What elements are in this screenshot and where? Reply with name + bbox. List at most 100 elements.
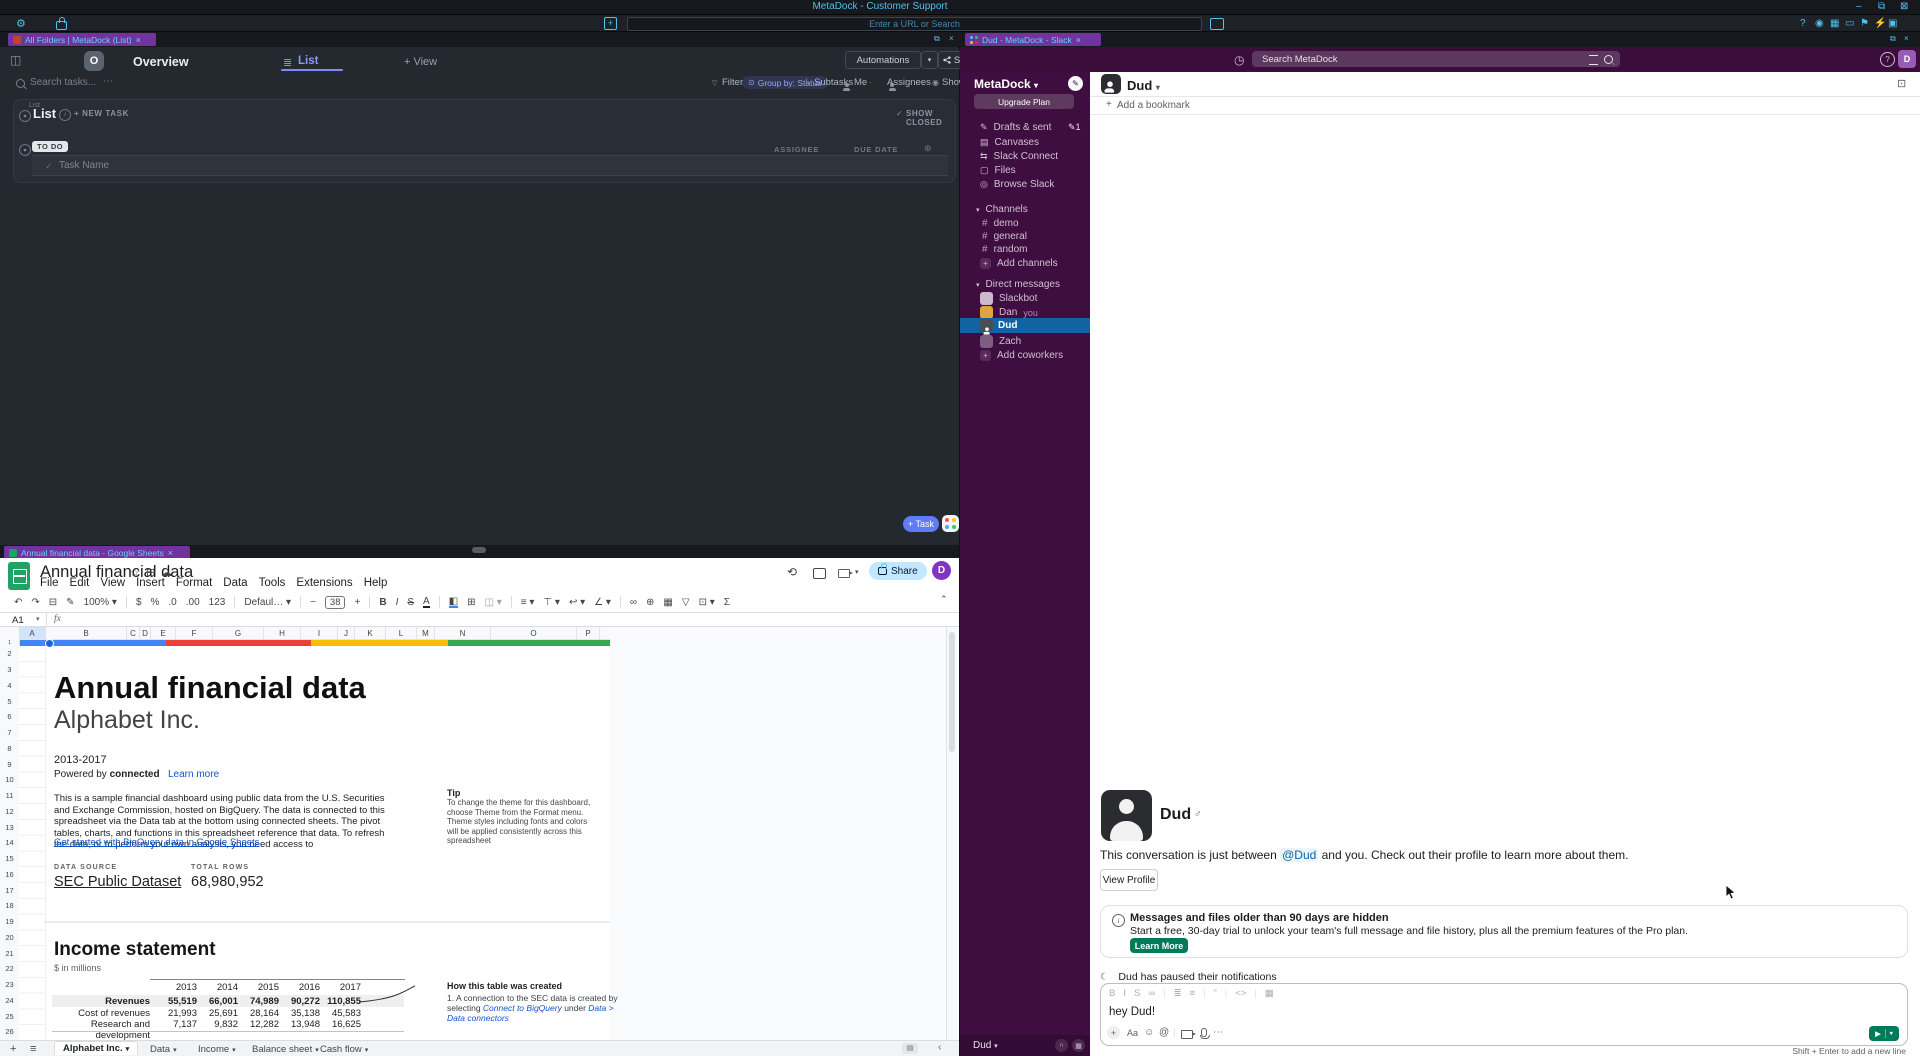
row-header[interactable]: 17 (0, 882, 19, 898)
task-input-row[interactable]: ✓ Task Name (32, 155, 948, 176)
sidebar-item-slack-connect[interactable]: ⇆Slack Connect (980, 151, 1058, 162)
format-icon[interactable]: | (1225, 988, 1227, 999)
select-all-corner[interactable] (0, 627, 20, 641)
menu-item[interactable]: Edit (70, 577, 90, 589)
toolbar-item[interactable] (620, 596, 621, 608)
column-header[interactable]: C (127, 627, 140, 640)
bookmark-icon[interactable]: ⚑ (1860, 18, 1869, 29)
learn-more-link[interactable]: Learn more (168, 769, 219, 780)
format-icon[interactable]: ≣ (1174, 988, 1182, 999)
column-header[interactable]: J (338, 627, 355, 640)
toolbar-item[interactable]: 100% ▾ (84, 597, 117, 608)
column-header[interactable]: G (213, 627, 264, 640)
history-icon[interactable]: ◷ (1234, 53, 1244, 67)
vertical-scrollbar[interactable] (946, 627, 957, 1040)
toolbar-item[interactable]: 123 (209, 597, 226, 608)
search-icon[interactable] (1604, 55, 1613, 64)
channel-random[interactable]: #random (982, 244, 1027, 255)
scroll-left-icon[interactable]: ‹ (938, 1042, 941, 1053)
toolbar-item[interactable]: ⊟ (49, 597, 57, 608)
sheet-tab-cashflow[interactable]: Cash flow▾ (320, 1044, 368, 1055)
name-box-caret[interactable]: ▾ (36, 615, 40, 623)
column-header[interactable]: L (386, 627, 417, 640)
new-tab-icon[interactable]: + (604, 17, 617, 30)
menu-item[interactable]: File (40, 577, 59, 589)
row-header[interactable]: 6 (0, 709, 19, 725)
toolbar-item[interactable]: % (151, 597, 160, 608)
sidebar-item-canvases[interactable]: ▤Canvases (980, 137, 1039, 148)
settings-gear-icon[interactable]: ⚙ (16, 17, 26, 30)
mic-icon[interactable] (1201, 1028, 1207, 1037)
row-header[interactable]: 22 (0, 961, 19, 977)
row-header[interactable]: 23 (0, 977, 19, 993)
add-channels-button[interactable]: +Add channels (980, 258, 1058, 269)
sheet-tab-alphabet[interactable]: Alphabet Inc.▾ (54, 1041, 138, 1055)
format-icon[interactable]: S (1134, 988, 1140, 999)
row-header[interactable]: 8 (0, 741, 19, 757)
format-icon[interactable]: ▦ (1265, 988, 1274, 999)
format-icon[interactable]: ” (1214, 988, 1217, 999)
sidebar-item-files[interactable]: ▢Files (980, 165, 1016, 176)
share-button[interactable]: Share (869, 562, 927, 580)
toolbar-item[interactable]: ∠ ▾ (594, 597, 611, 608)
canvas-icon[interactable]: ⊡ (1897, 77, 1906, 90)
column-header-assignee[interactable]: ASSIGNEE (774, 145, 819, 154)
toolbar-item[interactable] (234, 596, 235, 608)
learn-more-button[interactable]: Learn More (1130, 938, 1188, 953)
toolbar-item[interactable] (369, 596, 370, 608)
filter-sliders-icon[interactable] (1589, 55, 1598, 65)
profile-link-icon[interactable]: ♂ (1194, 809, 1202, 820)
tab-close-icon[interactable]: × (136, 35, 141, 45)
lightning-icon[interactable]: ⚡ (1874, 18, 1886, 29)
message-composer[interactable]: BIS∞|≣≡|”|<>|▦ hey Dud! + Aa ☺ @ | ⋯ ▶ ▾ (1100, 983, 1908, 1046)
new-task-button[interactable]: + NEW TASK (74, 109, 129, 118)
add-task-fab[interactable]: + Task (903, 516, 939, 532)
row-header[interactable]: 26 (0, 1024, 19, 1040)
toolbar-item[interactable]: ↷ (31, 597, 39, 608)
search-more-icon[interactable]: ⋯ (103, 76, 113, 87)
toolbar-item[interactable]: Σ (724, 597, 730, 608)
add-sheet-icon[interactable]: + (10, 1043, 16, 1055)
conversation-title[interactable]: Dud ▾ (1127, 78, 1160, 93)
sidebar-item-browse[interactable]: ◎Browse Slack (980, 179, 1054, 190)
format-icon[interactable]: | (1163, 988, 1165, 999)
column-header[interactable]: H (264, 627, 301, 640)
row-header[interactable]: 12 (0, 804, 19, 820)
format-icon[interactable]: | (1254, 988, 1256, 999)
toolbar-item[interactable]: ▦ (663, 597, 672, 608)
menu-item[interactable]: Help (364, 577, 388, 589)
toolbar-item[interactable]: ⊕ (646, 597, 654, 608)
reader-mode-icon[interactable] (1210, 18, 1224, 30)
row-header[interactable]: 11 (0, 788, 19, 804)
emoji-icon[interactable]: ☺ (1144, 1027, 1154, 1038)
row-header[interactable]: 10 (0, 772, 19, 788)
add-view-button[interactable]: + View (404, 56, 437, 68)
format-icon[interactable]: I (1123, 988, 1126, 999)
selection-handle[interactable] (45, 639, 54, 648)
side-panel-icon[interactable]: ▤ (902, 1043, 918, 1054)
column-header[interactable]: E (151, 627, 176, 640)
account-avatar[interactable]: D (1898, 50, 1916, 68)
row-header[interactable]: 16 (0, 867, 19, 883)
row-header[interactable]: 24 (0, 993, 19, 1009)
dm-slackbot[interactable]: Slackbot (980, 292, 1037, 305)
headphones-icon[interactable]: ∩ (1055, 1039, 1068, 1052)
account-avatar[interactable]: D (932, 561, 951, 580)
history-icon[interactable]: ⟲ (787, 565, 797, 579)
sheet-tab-income[interactable]: Income▾ (198, 1044, 236, 1055)
row-header[interactable]: 19 (0, 914, 19, 930)
add-coworkers-button[interactable]: +Add coworkers (980, 350, 1063, 361)
name-box[interactable]: A1 (12, 615, 24, 626)
column-header[interactable]: P (577, 627, 600, 640)
row-header[interactable]: 9 (0, 756, 19, 772)
shortcuts-icon[interactable]: ⋯ (1213, 1027, 1223, 1038)
send-button[interactable]: ▶ ▾ (1869, 1026, 1899, 1041)
menu-item[interactable]: View (100, 577, 125, 589)
pane-drag-handle[interactable] (472, 547, 486, 553)
tab-close-icon[interactable]: × (1076, 35, 1081, 45)
meet-caret-icon[interactable]: ▾ (855, 568, 859, 576)
row-header[interactable]: 13 (0, 819, 19, 835)
clickup-apps-button[interactable] (942, 515, 959, 532)
channel-general[interactable]: #general (982, 231, 1027, 242)
toolbar-item[interactable]: Defaul… ▾ (244, 597, 291, 608)
